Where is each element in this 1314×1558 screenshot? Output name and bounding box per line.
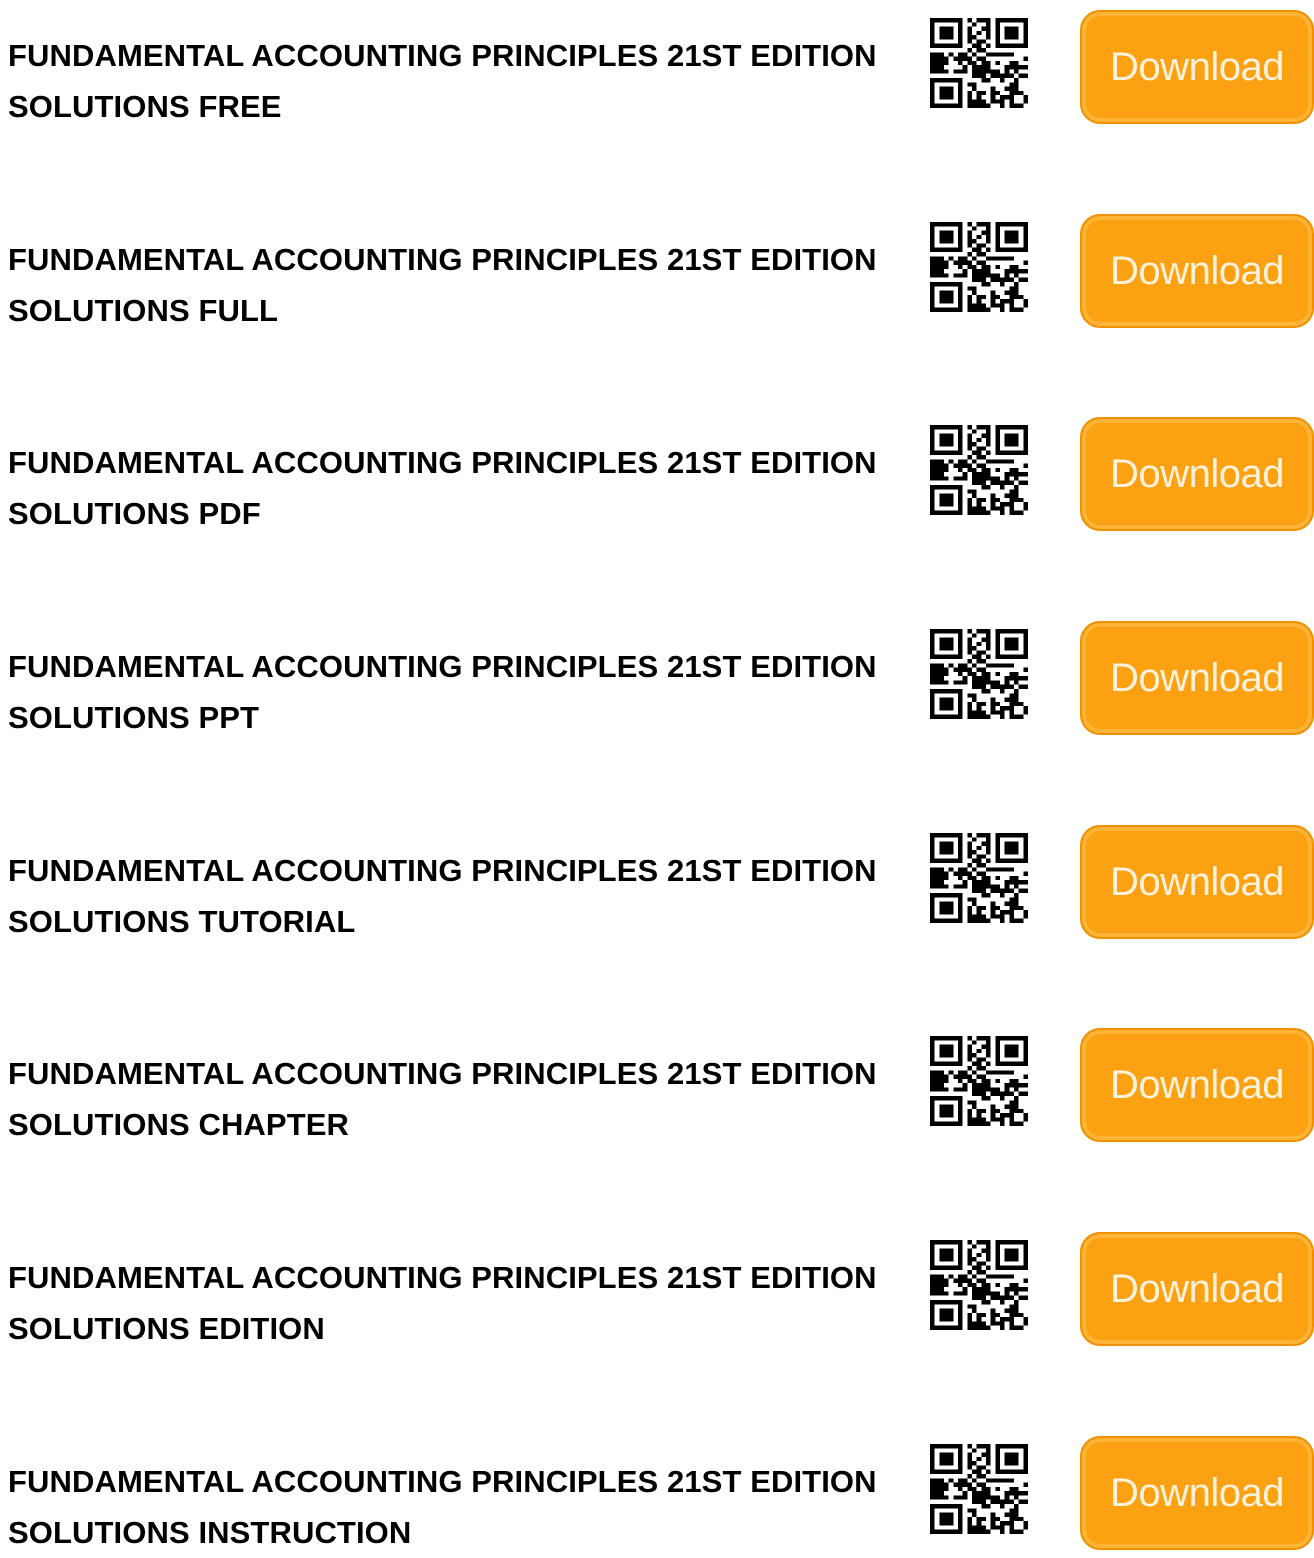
download-button[interactable]: Download bbox=[1080, 1028, 1314, 1142]
item-title: FUNDAMENTAL ACCOUNTING PRINCIPLES 21ST E… bbox=[8, 445, 877, 531]
qr-code-graphic bbox=[930, 629, 1028, 719]
item-title: FUNDAMENTAL ACCOUNTING PRINCIPLES 21ST E… bbox=[8, 1056, 877, 1142]
download-button[interactable]: Download bbox=[1080, 1232, 1314, 1346]
download-button[interactable]: Download bbox=[1080, 621, 1314, 735]
qr-code-icon bbox=[930, 222, 1028, 312]
qr-code-graphic bbox=[930, 833, 1028, 923]
download-button[interactable]: Download bbox=[1080, 825, 1314, 939]
item-title: FUNDAMENTAL ACCOUNTING PRINCIPLES 21ST E… bbox=[8, 38, 877, 124]
qr-code-graphic bbox=[930, 1036, 1028, 1126]
qr-code-icon bbox=[930, 1240, 1028, 1330]
download-button[interactable]: Download bbox=[1080, 417, 1314, 531]
qr-code-graphic bbox=[930, 1444, 1028, 1534]
qr-code-icon bbox=[930, 425, 1028, 515]
list-item: FUNDAMENTAL ACCOUNTING PRINCIPLES 21ST E… bbox=[0, 815, 1314, 939]
item-title: FUNDAMENTAL ACCOUNTING PRINCIPLES 21ST E… bbox=[8, 1464, 877, 1550]
list-item: FUNDAMENTAL ACCOUNTING PRINCIPLES 21ST E… bbox=[0, 0, 1314, 124]
qr-code-icon bbox=[930, 18, 1028, 108]
list-item: FUNDAMENTAL ACCOUNTING PRINCIPLES 21ST E… bbox=[0, 407, 1314, 531]
list-item: FUNDAMENTAL ACCOUNTING PRINCIPLES 21ST E… bbox=[0, 611, 1314, 735]
download-button[interactable]: Download bbox=[1080, 214, 1314, 328]
download-button-label: Download bbox=[1110, 44, 1284, 89]
download-button-label: Download bbox=[1110, 1062, 1284, 1107]
download-button[interactable]: Download bbox=[1080, 1436, 1314, 1550]
download-button-label: Download bbox=[1110, 248, 1284, 293]
list-item: FUNDAMENTAL ACCOUNTING PRINCIPLES 21ST E… bbox=[0, 204, 1314, 328]
download-button-label: Download bbox=[1110, 451, 1284, 496]
qr-code-icon bbox=[930, 1444, 1028, 1534]
download-button-label: Download bbox=[1110, 859, 1284, 904]
qr-code-graphic bbox=[930, 425, 1028, 515]
item-title: FUNDAMENTAL ACCOUNTING PRINCIPLES 21ST E… bbox=[8, 1260, 877, 1346]
download-button-label: Download bbox=[1110, 1266, 1284, 1311]
qr-code-icon bbox=[930, 629, 1028, 719]
qr-code-graphic bbox=[930, 222, 1028, 312]
item-title: FUNDAMENTAL ACCOUNTING PRINCIPLES 21ST E… bbox=[8, 853, 877, 939]
qr-code-graphic bbox=[930, 18, 1028, 108]
download-button-label: Download bbox=[1110, 1470, 1284, 1515]
list-item: FUNDAMENTAL ACCOUNTING PRINCIPLES 21ST E… bbox=[0, 1222, 1314, 1346]
download-button-label: Download bbox=[1110, 655, 1284, 700]
qr-code-graphic bbox=[930, 1240, 1028, 1330]
item-title: FUNDAMENTAL ACCOUNTING PRINCIPLES 21ST E… bbox=[8, 649, 877, 735]
list-item: FUNDAMENTAL ACCOUNTING PRINCIPLES 21ST E… bbox=[0, 1426, 1314, 1550]
item-title: FUNDAMENTAL ACCOUNTING PRINCIPLES 21ST E… bbox=[8, 242, 877, 328]
qr-code-icon bbox=[930, 833, 1028, 923]
download-button[interactable]: Download bbox=[1080, 10, 1314, 124]
list-item: FUNDAMENTAL ACCOUNTING PRINCIPLES 21ST E… bbox=[0, 1018, 1314, 1142]
qr-code-icon bbox=[930, 1036, 1028, 1126]
